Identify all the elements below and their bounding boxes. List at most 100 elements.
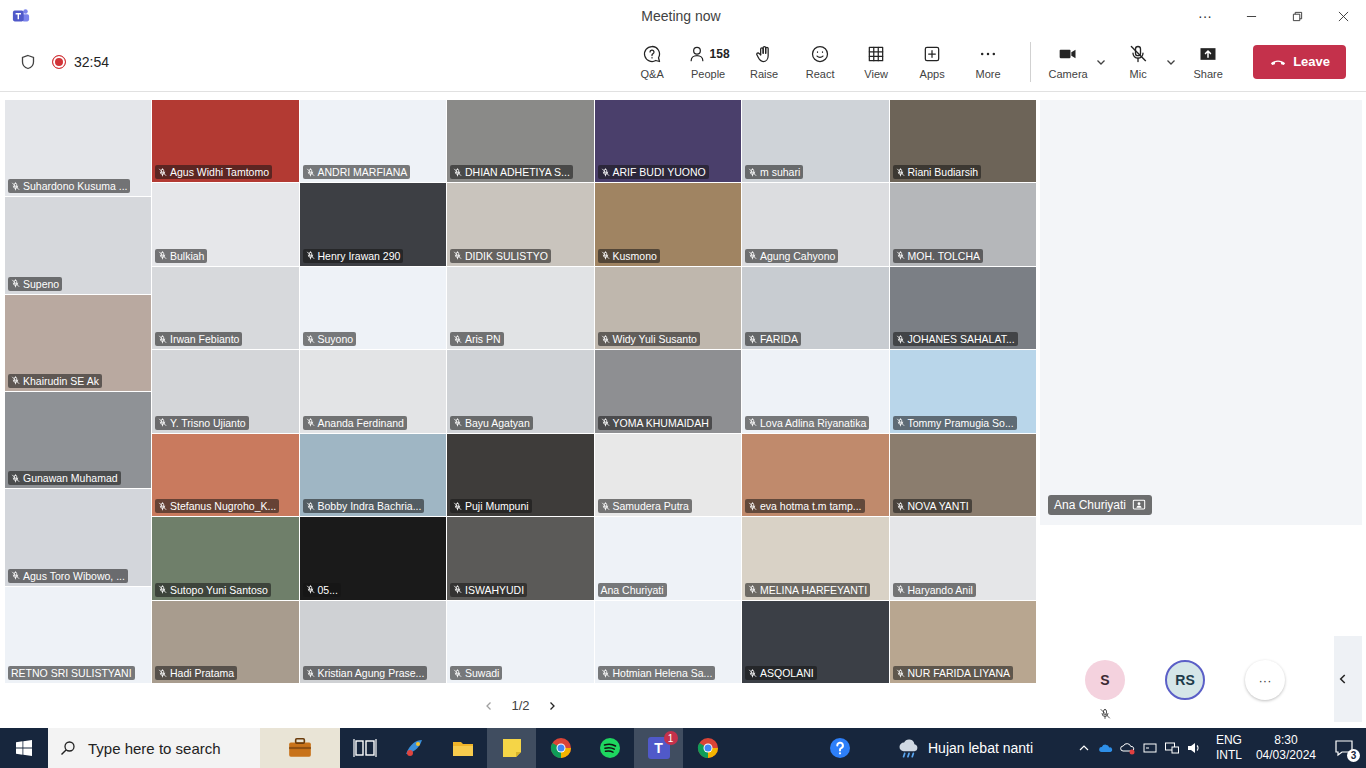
taskbar-app[interactable] — [536, 728, 585, 768]
more-options-button[interactable]: ··· — [1182, 0, 1228, 32]
participant-tile: DHIAN ADHETIYA S... — [447, 100, 594, 182]
participant-name: m suhari — [745, 165, 803, 179]
muted-mic-icon — [896, 502, 905, 511]
taskbar-app[interactable] — [683, 728, 732, 768]
participant-tile: MOH. TOLCHA — [890, 183, 1037, 265]
participant-tile: Aris PN — [447, 267, 594, 349]
participant-tile: Henry Irawan 290 — [300, 183, 447, 265]
participant-tile: Puji Mumpuni — [447, 434, 594, 516]
title-bar: Meeting now··· — [0, 0, 1366, 32]
participant-tile: NUR FARIDA LIYANA — [890, 601, 1037, 683]
participant-name: Agus Toro Wibowo, ... — [8, 569, 128, 583]
spotlight-name: Ana Churiyati — [1048, 495, 1152, 515]
participant-tile: m suhari — [742, 100, 889, 182]
meeting-stage: Suhardono Kusuma ...SupenoKhairudin SE A… — [0, 92, 1366, 728]
minimize-button[interactable] — [1228, 0, 1274, 32]
device-control: Share — [1181, 39, 1235, 84]
show-hidden-icons-icon[interactable] — [1076, 740, 1092, 756]
peek-tile — [1334, 636, 1362, 722]
more-participants-button[interactable]: ··· — [1245, 660, 1285, 700]
muted-mic-icon — [11, 279, 20, 288]
participant-name: Lova Adlina Riyanatika — [745, 416, 869, 430]
expand-icon[interactable] — [1336, 672, 1350, 686]
teams-app-icon: T1 — [648, 737, 670, 759]
participant-avatar[interactable]: S — [1085, 660, 1125, 700]
participant-name: Suyono — [303, 332, 357, 346]
help-button[interactable] — [820, 728, 860, 768]
close-button[interactable] — [1320, 0, 1366, 32]
share-icon — [1198, 44, 1218, 64]
chevron-down-icon[interactable] — [1095, 56, 1107, 68]
toolbar-button[interactable]: Q&A — [624, 39, 680, 84]
onedrive-icon[interactable] — [1098, 740, 1114, 756]
toolbar-button[interactable]: Apps — [904, 39, 960, 84]
clock[interactable]: 8:3004/03/2024 — [1256, 733, 1316, 763]
chevron-down-icon[interactable] — [1165, 56, 1177, 68]
spotify-icon — [598, 736, 622, 760]
toolbar-button[interactable]: View — [848, 39, 904, 84]
participant-name: Kusmono — [598, 249, 660, 263]
network-icon[interactable] — [1164, 740, 1180, 756]
next-page-icon[interactable] — [546, 700, 558, 712]
recording-indicator-icon — [52, 55, 66, 69]
participant-name: ISWAHYUDI — [450, 583, 527, 597]
participant-name: Khairudin SE Ak — [8, 374, 102, 388]
participant-name: Agung Cahyono — [745, 249, 838, 263]
teams-logo-icon — [12, 7, 30, 25]
taskbar-app[interactable] — [389, 728, 438, 768]
overflow-participant: RS — [1165, 660, 1205, 700]
restore-button[interactable] — [1274, 0, 1320, 32]
participant-name: Bobby Indra Bachria... — [303, 499, 425, 513]
page-indicator: 1/2 — [511, 698, 529, 713]
participant-name: ASQOLANI — [745, 666, 817, 680]
device-button[interactable]: Mic — [1111, 39, 1165, 84]
participant-tile: MELINA HARFEYANTI — [742, 517, 889, 599]
participant-tile: Hotmian Helena Sa... — [595, 601, 742, 683]
taskbar-app[interactable] — [340, 728, 389, 768]
muted-mic-icon — [158, 585, 167, 594]
participant-avatar[interactable]: RS — [1165, 660, 1205, 700]
previous-page-icon[interactable] — [483, 700, 495, 712]
toolbar-button[interactable]: 158People — [680, 39, 736, 84]
participant-tile: Ananda Ferdinand — [300, 350, 447, 432]
toolbar-button[interactable]: React — [792, 39, 848, 84]
muted-mic-icon — [11, 182, 20, 191]
taskbar-search[interactable]: Type here to search — [48, 728, 340, 768]
muted-mic-icon — [306, 418, 315, 427]
participant-name: NOVA YANTI — [893, 499, 972, 513]
muted-mic-icon — [896, 418, 905, 427]
muted-mic-icon — [748, 168, 757, 177]
weather-widget[interactable]: Hujan lebat nanti — [896, 735, 1033, 761]
start-button[interactable] — [0, 728, 48, 768]
search-highlight[interactable] — [260, 728, 340, 768]
device-button[interactable]: Share — [1181, 39, 1235, 84]
action-center-button[interactable]: 3 — [1330, 734, 1358, 762]
leave-button[interactable]: Leave — [1253, 45, 1346, 79]
participant-tile: Kristian Agung Prase... — [300, 601, 447, 683]
muted-mic-icon — [748, 418, 757, 427]
device-button[interactable]: Camera — [1041, 39, 1095, 84]
taskbar-app[interactable] — [585, 728, 634, 768]
muted-mic-icon — [601, 335, 610, 344]
toolbar-button[interactable]: More — [960, 39, 1016, 84]
muted-mic-icon — [748, 335, 757, 344]
taskbar-app[interactable] — [438, 728, 487, 768]
volume-icon[interactable] — [1186, 740, 1202, 756]
muted-mic-icon — [896, 335, 905, 344]
rain-cloud-icon — [896, 735, 922, 761]
overflow-participant: S — [1085, 660, 1125, 720]
participant-tile: Suyono — [300, 267, 447, 349]
taskbar-app[interactable] — [487, 728, 536, 768]
toolbar-button[interactable]: Raise — [736, 39, 792, 84]
input-language[interactable]: ENGINTL — [1216, 733, 1242, 763]
taskbar-app[interactable]: T1 — [634, 728, 683, 768]
participant-name: Ananda Ferdinand — [303, 416, 407, 430]
storage-icon[interactable] — [1142, 740, 1158, 756]
participant-tile: Y. Trisno Ujianto — [152, 350, 299, 432]
collapsed-panel[interactable] — [1332, 636, 1362, 722]
participant-name: ANDRI MARFIANA — [303, 165, 411, 179]
hand-icon — [754, 44, 774, 64]
muted-mic-icon — [453, 335, 462, 344]
sync-error-icon[interactable] — [1120, 740, 1136, 756]
muted-mic-icon — [11, 376, 20, 385]
